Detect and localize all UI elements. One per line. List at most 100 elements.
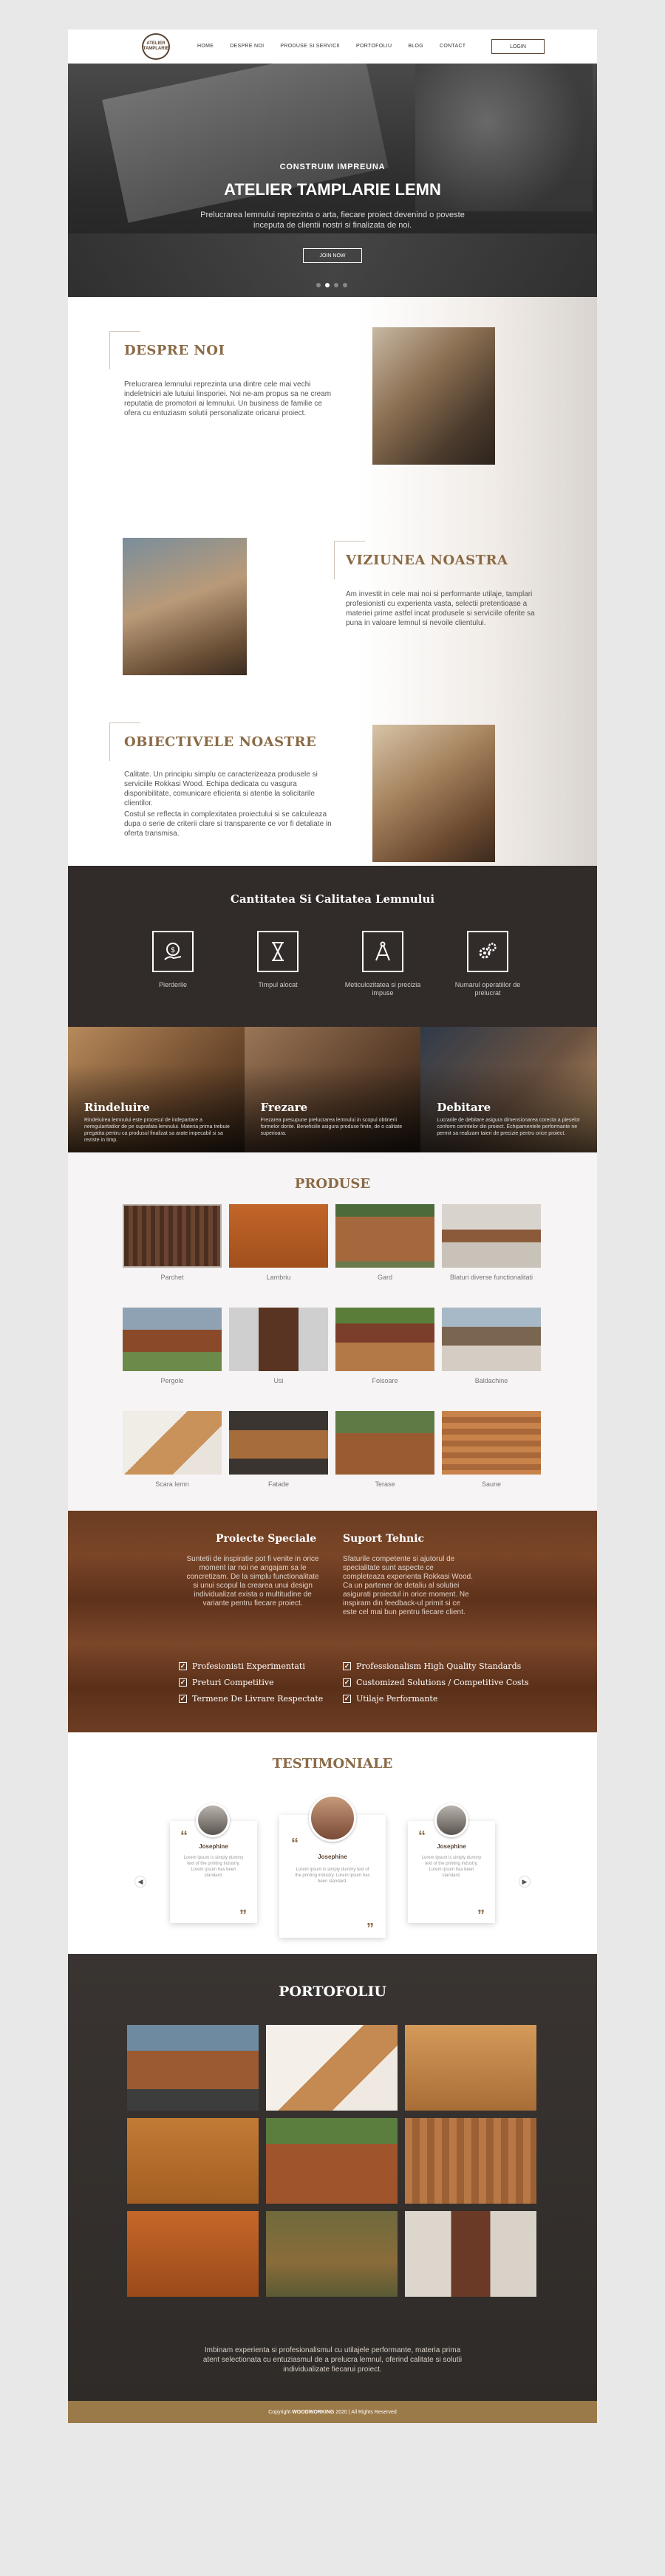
slider-dot[interactable] (316, 283, 321, 287)
quote-close-icon: ” (477, 1907, 485, 1924)
quality-item: $ Pierderile (129, 931, 217, 989)
portfolio-image[interactable] (127, 2025, 259, 2111)
prev-arrow-icon[interactable]: ◀ (134, 1876, 146, 1887)
service-card[interactable]: Rindeluire Rindeluirea lemnului este pro… (68, 1027, 245, 1152)
product-label: Baldachine (474, 1377, 508, 1384)
nav-blog[interactable]: BLOG (408, 44, 423, 49)
money-icon: $ (152, 931, 194, 972)
testimonial-text: Lorem ipsum is simply dummy text of the … (421, 1856, 482, 1878)
slider-dot-active[interactable] (325, 283, 330, 287)
portfolio-image[interactable] (127, 2118, 259, 2204)
products-title: PRODUSE (294, 1176, 371, 1192)
product-item[interactable]: Terase (335, 1411, 434, 1489)
product-label: Parchet (160, 1274, 184, 1281)
next-arrow-icon[interactable]: ▶ (519, 1876, 531, 1887)
check-item: ✓ Termene De Livrare Respectate (179, 1694, 323, 1704)
join-now-button[interactable]: JOIN NOW (303, 248, 362, 263)
service-card[interactable]: Frezare Frezarea presupune prelucrarea l… (244, 1027, 421, 1152)
portfolio-image[interactable] (405, 2211, 536, 2297)
compass-icon (362, 931, 403, 972)
despre-noi-text: Prelucrarea lemnului reprezinta una dint… (124, 380, 332, 417)
product-image (335, 1204, 434, 1268)
quality-label: Numarul operatiilor de prelucrat (454, 981, 521, 997)
avatar (434, 1803, 468, 1837)
product-image (229, 1308, 328, 1371)
product-item[interactable]: Pergole (123, 1308, 222, 1385)
portfolio-image[interactable] (405, 2118, 536, 2204)
slider-dot[interactable] (334, 283, 338, 287)
testimonials-section: TESTIMONIALE ◀ ▶ “ Josephine Lorem ipsum… (68, 1732, 597, 1954)
product-image (123, 1411, 222, 1475)
product-item[interactable]: Parchet (123, 1204, 222, 1282)
service-title: Rindeluire (84, 1101, 150, 1114)
portfolio-image[interactable] (266, 2211, 398, 2297)
footer: Copyright WOODWORKING 2020 | All Rights … (68, 2401, 597, 2423)
portfolio-image[interactable] (127, 2211, 259, 2297)
nav-portofoliu[interactable]: PORTOFOLIU (356, 44, 392, 49)
product-item[interactable]: Foisoare (335, 1308, 434, 1385)
nav-produse[interactable]: PRODUSE SI SERVICII (280, 44, 340, 49)
hero-image-bench (68, 233, 597, 297)
check-item: ✓ Utilaje Performante (343, 1694, 437, 1704)
product-image (123, 1204, 222, 1268)
footer-suffix: 2020 | All Rights Reserved (335, 2409, 397, 2415)
carpenter-measuring-photo (123, 538, 247, 675)
testimonial-name: Josephine (199, 1843, 228, 1850)
logo[interactable]: ATELIER TAMPLARIE (142, 33, 170, 60)
quote-close-icon: ” (366, 1921, 374, 1937)
despre-noi-title: DESPRE NOI (124, 343, 225, 358)
hero-description: Prelucrarea lemnului reprezinta o arta, … (200, 211, 465, 230)
portfolio-image[interactable] (266, 2025, 398, 2111)
check-item: ✓ Preturi Competitive (179, 1678, 274, 1687)
avatar (309, 1794, 356, 1842)
hero-banner: CONSTRUIM IMPREUNA ATELIER TAMPLARIE LEM… (68, 64, 597, 297)
obiectivele-title: OBIECTIVELE NOASTRE (124, 734, 317, 750)
portfolio-image[interactable] (266, 2118, 398, 2204)
suport-tehnic-text: Sfaturile competente si ajutorul de spec… (343, 1555, 474, 1616)
nav-home[interactable]: HOME (197, 44, 214, 49)
service-text: Lucrarile de debitare asigura dimensiona… (437, 1118, 581, 1136)
product-label: Foisoare (372, 1377, 398, 1384)
login-button[interactable]: LOGIN (491, 39, 545, 54)
product-item[interactable]: Blaturi diverse functionalitati (442, 1204, 541, 1282)
portfolio-section: PORTOFOLIU Imbinam experienta si profesi… (68, 1954, 597, 2401)
product-image (335, 1308, 434, 1371)
hero-title: ATELIER TAMPLARIE LEMN (224, 180, 441, 199)
testimonial-text: Lorem ipsum is simply dummy text of the … (183, 1856, 244, 1878)
testimonial-text: Lorem ipsum is simply dummy text of the … (295, 1868, 370, 1884)
product-image (229, 1204, 328, 1268)
footer-prefix: Copyright (268, 2409, 291, 2415)
product-label: Lambriu (266, 1274, 291, 1281)
testimonial-name: Josephine (318, 1854, 347, 1860)
check-icon: ✓ (343, 1695, 351, 1703)
product-label: Usi (273, 1377, 284, 1384)
portfolio-image[interactable] (405, 2025, 536, 2111)
proiecte-speciale-text: Suntetii de inspiratie pot fi venite in … (186, 1555, 319, 1608)
footer-brand[interactable]: WOODWORKING (292, 2410, 334, 2415)
service-text: Rindeluirea lemnului este procesul de in… (84, 1118, 230, 1143)
product-label: Saune (481, 1480, 502, 1488)
testimonials-title: TESTIMONIALE (272, 1756, 393, 1772)
slider-dot[interactable] (343, 283, 347, 287)
product-item[interactable]: Gard (335, 1204, 434, 1282)
gears-icon (467, 931, 508, 972)
quality-label: Meticulozitatea si precizia impuse (344, 981, 421, 997)
main-nav: HOME DESPRE NOI PRODUSE SI SERVICII PORT… (197, 44, 482, 49)
hourglass-icon (257, 931, 299, 972)
product-item[interactable]: Fatade (229, 1411, 328, 1489)
service-card[interactable]: Debitare Lucrarile de debitare asigura d… (420, 1027, 597, 1152)
nav-despre-noi[interactable]: DESPRE NOI (230, 44, 264, 49)
nav-contact[interactable]: CONTACT (440, 44, 466, 49)
product-image (229, 1411, 328, 1475)
check-label: Profesionisti Experimentati (192, 1661, 305, 1671)
carpenter-workshop-photo (372, 327, 495, 465)
quality-section: Cantitatea Si Calitatea Lemnului $ Pierd… (68, 866, 597, 1027)
product-item[interactable]: Saune (442, 1411, 541, 1489)
product-item[interactable]: Scara lemn (123, 1411, 222, 1489)
product-item[interactable]: Lambriu (229, 1204, 328, 1282)
service-text: Frezarea presupune prelucrarea lemnului … (260, 1118, 403, 1136)
portfolio-title: PORTOFOLIU (279, 1984, 386, 2000)
product-item[interactable]: Baldachine (442, 1308, 541, 1385)
product-item[interactable]: Usi (229, 1308, 328, 1385)
product-image (123, 1308, 222, 1371)
